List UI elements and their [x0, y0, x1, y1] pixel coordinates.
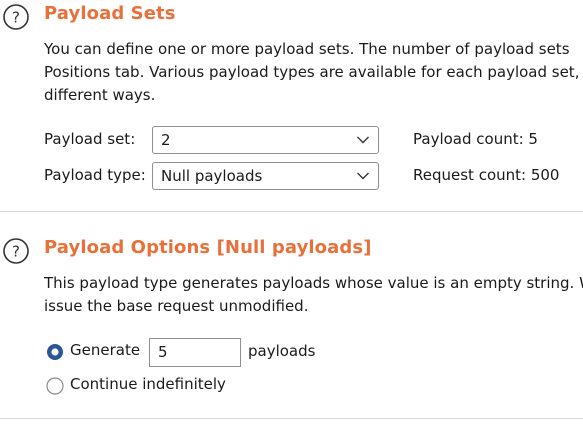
payload-options-description-line: This payload type generates payloads who…	[44, 274, 583, 292]
generate-count-value: 5	[158, 343, 168, 361]
payloads-suffix-label: payloads	[248, 342, 316, 360]
generate-count-input[interactable]: 5	[149, 338, 241, 367]
payload-set-label: Payload set:	[44, 130, 136, 148]
svg-text:?: ?	[12, 243, 20, 261]
generate-radio[interactable]	[46, 343, 64, 361]
payload-sets-description-line: You can define one or more payload sets.…	[44, 40, 570, 58]
help-icon[interactable]: ?	[2, 3, 30, 31]
payload-set-value: 2	[161, 131, 171, 149]
svg-text:?: ?	[12, 9, 20, 27]
payload-type-label: Payload type:	[44, 166, 146, 184]
payload-sets-description-line: Positions tab. Various payload types are…	[44, 63, 580, 81]
payload-options-description-line: issue the base request unmodified.	[44, 297, 309, 315]
payload-options-title: Payload Options [Null payloads]	[44, 237, 372, 258]
help-icon[interactable]: ?	[2, 237, 30, 265]
payload-options-section: ? Payload Options [Null payloads] This p…	[0, 212, 583, 420]
payload-type-select[interactable]: Null payloads	[152, 162, 379, 190]
payload-sets-description-line: different ways.	[44, 86, 156, 104]
section-divider	[0, 418, 583, 419]
payload-set-select[interactable]: 2	[152, 126, 379, 154]
payload-count-label: Payload count: 5	[413, 130, 538, 148]
request-count-label: Request count: 500	[413, 166, 560, 184]
payload-type-value: Null payloads	[161, 167, 263, 185]
continue-indefinitely-radio-option[interactable]: Continue indefinitely	[46, 374, 246, 398]
payload-sets-title: Payload Sets	[44, 3, 176, 24]
continue-indefinitely-label: Continue indefinitely	[70, 375, 226, 393]
generate-radio-option[interactable]: Generate	[46, 340, 146, 364]
chevron-down-icon	[357, 172, 369, 180]
chevron-down-icon	[357, 136, 369, 144]
generate-label: Generate	[70, 341, 141, 359]
continue-indefinitely-radio[interactable]	[46, 377, 64, 395]
payload-sets-section: ? Payload Sets You can define one or mor…	[0, 0, 583, 212]
